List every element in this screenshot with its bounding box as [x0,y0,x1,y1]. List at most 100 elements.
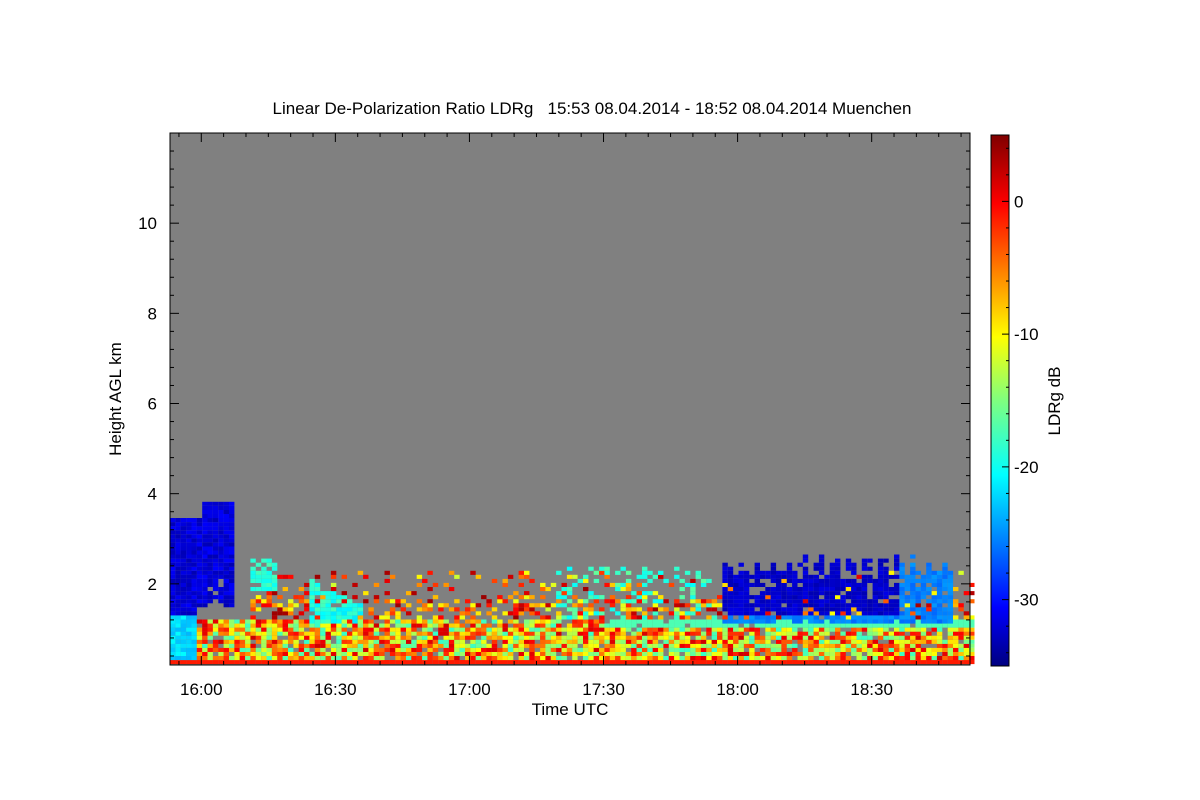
ldr-cell [958,603,964,608]
ldr-cell [690,656,696,661]
ldr-cell [824,595,830,600]
ldr-cell [202,656,208,661]
ldr-cell [202,631,208,636]
ldr-cell [851,627,857,632]
ldr-cell [180,639,187,644]
ldr-cell [218,660,224,665]
ldr-cell [583,656,589,661]
ldr-cell [684,631,691,636]
ldr-cell [947,599,954,604]
ldr-cell [212,509,219,514]
ldr-cell [261,582,267,587]
ldr-cell [406,591,412,596]
ldr-cell [733,611,739,616]
ldr-cell [835,562,841,567]
ldr-cell [904,647,911,652]
ldr-cell [926,631,932,636]
ldr-cell [507,651,514,656]
ldr-cell [411,647,417,652]
ldr-cell [690,639,696,644]
ldr-cell [738,570,744,575]
ldr-cell [722,639,728,644]
ldr-cell [255,578,262,583]
ldr-cell [647,615,653,620]
ldr-cell [400,623,406,628]
ldr-cell [223,582,229,587]
ldr-cell [250,566,256,571]
ldr-cell [947,635,954,640]
ldr-cell [931,627,937,632]
ldr-cell [867,647,873,652]
ldr-cell [223,627,229,632]
ldr-cell [545,607,551,612]
ldr-cell [727,595,734,600]
ldr-cell [717,611,723,616]
ldr-cell [202,542,208,547]
ldr-cell [245,651,251,656]
ldr-cell [770,599,777,604]
ldr-cell [776,643,782,648]
ldr-cell [191,656,197,661]
ldr-cell [524,651,530,656]
ldr-cell [524,635,530,640]
ldr-cell [191,639,197,644]
ldr-cell [577,639,583,644]
ldr-cell [191,526,197,531]
ldr-cell [577,603,583,608]
ldr-cell [481,631,487,636]
ldr-cell [550,623,557,628]
ldr-cell [422,578,428,583]
ldr-cell [899,647,905,652]
ldr-cell [170,639,176,644]
ldr-cell [475,603,482,608]
ldr-cell [180,570,187,575]
ldr-cell [781,615,787,620]
ldr-cell [926,639,932,644]
ldr-cell [738,647,744,652]
ldr-cell [255,651,262,656]
ldr-cell [524,656,530,661]
ldr-cell [170,643,176,648]
ldr-cell [298,599,305,604]
ldr-cell [261,574,267,579]
ldr-cell [250,623,256,628]
ldr-cell [674,631,680,636]
colorbar-tick-label: -20 [1014,458,1039,477]
ldr-cell [250,578,256,583]
ldr-cell [958,627,964,632]
ldr-cell [786,619,793,624]
ldr-cell [550,651,557,656]
ldr-cell [196,530,203,535]
ldr-cell [577,660,583,665]
ldr-cell [776,619,782,624]
ldr-cell [904,615,911,620]
ldr-cell [829,578,836,583]
ldr-cell [899,574,905,579]
ldr-cell [572,651,578,656]
ldr-cell [904,603,911,608]
ldr-cell [229,566,235,571]
ldr-cell [534,635,541,640]
ldr-cell [620,607,626,612]
ldr-cell [604,643,610,648]
ldr-cell [180,530,187,535]
ldr-cell [733,591,739,596]
ldr-cell [877,627,884,632]
ldr-cell [642,635,648,640]
ldr-cell [470,647,476,652]
ldr-cell [883,656,889,661]
ldr-cell [186,542,192,547]
ldr-cell [454,599,460,604]
ldr-cell [931,595,937,600]
ldr-cell [915,619,921,624]
ldr-cell [438,656,444,661]
ldr-cell [792,611,798,616]
ldr-cell [293,595,299,600]
ldr-cell [743,651,750,656]
ldr-cell [180,538,187,543]
ldr-cell [212,501,219,506]
ldr-cell [357,651,364,656]
ldr-cell [792,587,798,592]
ldr-cell [684,643,691,648]
ldr-cell [470,639,476,644]
